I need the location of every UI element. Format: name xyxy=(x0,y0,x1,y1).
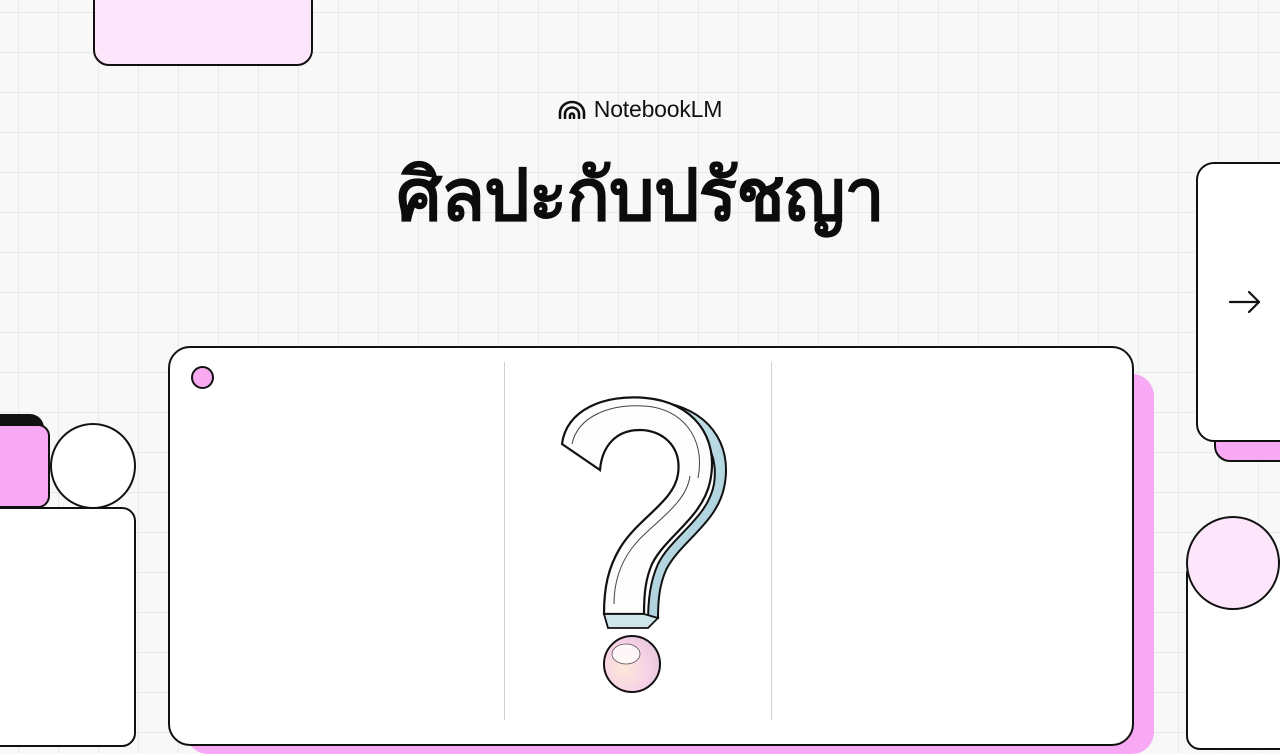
decor-left-pink-tile xyxy=(0,424,50,508)
panel-divider-left xyxy=(504,362,505,720)
arrow-right-icon[interactable] xyxy=(1226,286,1266,318)
decor-top-pink-tile xyxy=(93,0,313,66)
slide-title: ศิลปะกับปรัชญา xyxy=(396,153,885,237)
card-dot-icon xyxy=(191,366,214,389)
brand-name: NotebookLM xyxy=(593,95,723,122)
decor-left-circle xyxy=(50,423,136,509)
decor-left-white-card xyxy=(0,507,136,747)
notebooklm-logo-icon xyxy=(558,100,586,119)
decor-right-pink-circle xyxy=(1186,516,1280,610)
question-mark-icon xyxy=(560,396,727,693)
brand: NotebookLM xyxy=(0,92,1280,126)
panel-divider-right xyxy=(771,362,772,720)
